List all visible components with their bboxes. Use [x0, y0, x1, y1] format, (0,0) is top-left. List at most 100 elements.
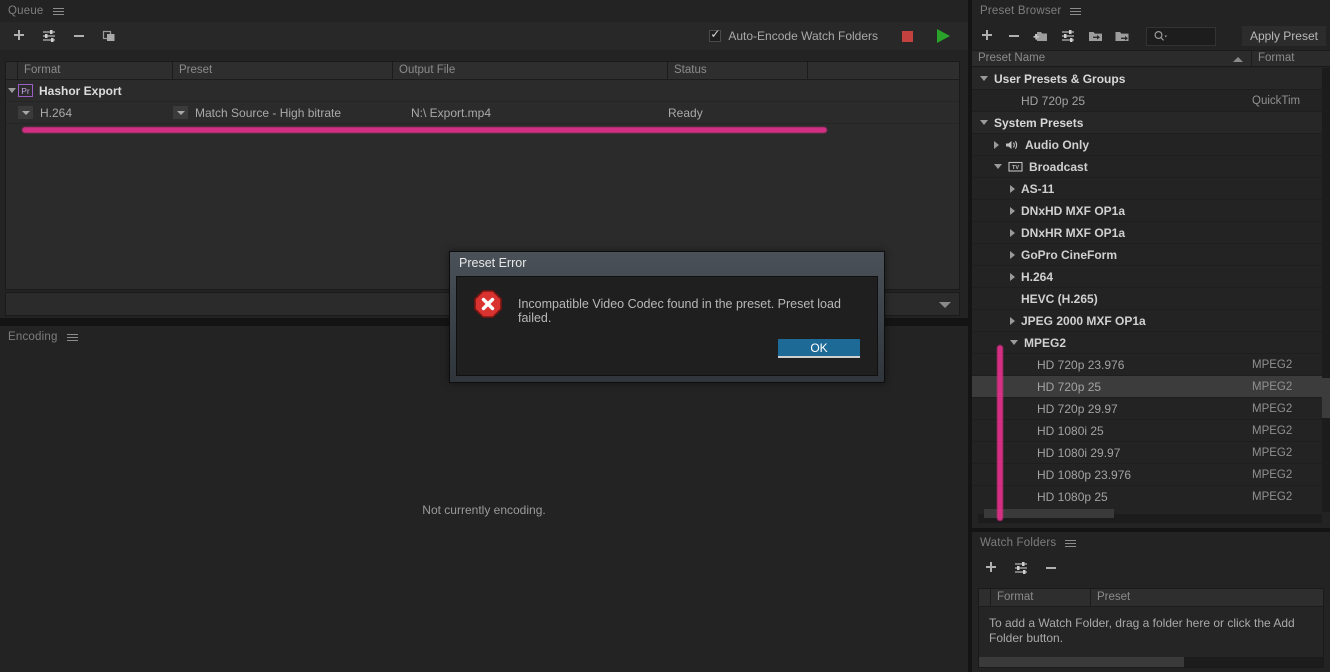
error-octagon-icon: [474, 290, 502, 318]
queue-group-row[interactable]: Pr Hashor Export: [6, 80, 959, 102]
preset-settings-button[interactable]: [1059, 27, 1077, 45]
preset-col-name[interactable]: Preset Name: [972, 51, 1252, 66]
start-queue-button[interactable]: [937, 29, 950, 43]
encoding-menu-icon[interactable]: [66, 332, 78, 343]
twisty-right-icon[interactable]: [1010, 228, 1015, 237]
preset-vertical-scrollbar-track[interactable]: [1322, 68, 1330, 512]
preset-row[interactable]: HD 1080i 29.97 MPEG2: [972, 442, 1330, 464]
preset-row[interactable]: H.264: [972, 266, 1330, 288]
preset-row[interactable]: TV Broadcast: [972, 156, 1330, 178]
watch-folders-hscrollbar-thumb[interactable]: [979, 657, 1184, 667]
twisty-down-icon[interactable]: [980, 120, 988, 125]
preset-vertical-scrollbar-thumb[interactable]: [1322, 378, 1330, 418]
queue-group-label: Hashor Export: [39, 83, 122, 98]
apply-preset-button[interactable]: Apply Preset: [1241, 26, 1326, 46]
queue-panel-header: Queue: [0, 0, 968, 22]
preset-row[interactable]: System Presets: [972, 112, 1330, 134]
preset-row[interactable]: HEVC (H.265): [972, 288, 1330, 310]
stop-queue-button[interactable]: [902, 31, 913, 42]
add-source-button[interactable]: [10, 27, 28, 45]
add-watch-folder-button[interactable]: [982, 559, 1000, 577]
preset-row-label: HEVC (H.265): [1021, 291, 1098, 306]
import-preset-button[interactable]: [1086, 27, 1104, 45]
preset-row[interactable]: AS-11: [972, 178, 1330, 200]
speaker-icon: [1005, 139, 1019, 151]
preset-row-name-cell: Audio Only: [972, 138, 1252, 152]
tv-icon: TV: [1008, 161, 1023, 173]
queue-item-row[interactable]: H.264 Match Source - High bitrate N:\ Ex…: [6, 102, 959, 124]
preset-row[interactable]: HD 1080p 23.976 MPEG2: [972, 464, 1330, 486]
twisty-right-icon[interactable]: [994, 140, 999, 149]
queue-group-twisty[interactable]: [6, 88, 18, 93]
duplicate-button[interactable]: [100, 27, 118, 45]
preset-col-format[interactable]: Format: [1252, 51, 1330, 66]
queue-col-status[interactable]: Status: [668, 62, 808, 79]
queue-col-output-file[interactable]: Output File: [393, 62, 668, 79]
preset-horizontal-scrollbar-thumb[interactable]: [984, 509, 1114, 518]
add-output-button[interactable]: [40, 27, 58, 45]
twisty-down-icon[interactable]: [1010, 340, 1018, 345]
twisty-right-icon[interactable]: [1010, 184, 1015, 193]
watch-folders-col-format[interactable]: Format: [991, 589, 1091, 606]
new-folder-button[interactable]: [1032, 27, 1050, 45]
auto-encode-checkbox[interactable]: [709, 27, 722, 42]
preset-row[interactable]: HD 720p 25 MPEG2: [972, 376, 1330, 398]
preset-row[interactable]: HD 720p 23.976 MPEG2: [972, 354, 1330, 376]
preset-browser-toolbar: Apply Preset: [972, 22, 1330, 50]
preset-search-input[interactable]: [1146, 26, 1216, 46]
twisty-down-icon[interactable]: [994, 164, 1002, 169]
annotation-preset-vertical-bar: [997, 345, 1003, 521]
preset-row[interactable]: DNxHD MXF OP1a: [972, 200, 1330, 222]
queue-item-preset-cell[interactable]: Match Source - High bitrate: [173, 106, 393, 120]
preset-col-name-label: Preset Name: [978, 52, 1046, 64]
export-preset-button[interactable]: [1113, 27, 1131, 45]
preset-row[interactable]: JPEG 2000 MXF OP1a: [972, 310, 1330, 332]
twisty-right-icon[interactable]: [1010, 316, 1015, 325]
queue-item-format-cell[interactable]: H.264: [18, 106, 173, 120]
twisty-right-icon[interactable]: [1010, 250, 1015, 259]
preset-row-name-cell: HEVC (H.265): [972, 292, 1252, 306]
preset-row-label: JPEG 2000 MXF OP1a: [1021, 313, 1146, 328]
queue-item-output-file[interactable]: N:\ Export.mp4: [393, 106, 668, 120]
preset-row[interactable]: MPEG2: [972, 332, 1330, 354]
auto-encode-watch-folders-toggle[interactable]: Auto-Encode Watch Folders: [709, 22, 878, 50]
preset-row[interactable]: User Presets & Groups: [972, 68, 1330, 90]
preset-row[interactable]: HD 1080i 25 MPEG2: [972, 420, 1330, 442]
watch-folder-settings-button[interactable]: [1012, 559, 1030, 577]
preset-browser-menu-icon[interactable]: [1070, 6, 1082, 17]
twisty-right-icon[interactable]: [1010, 206, 1015, 215]
auto-encode-label: Auto-Encode Watch Folders: [728, 29, 878, 43]
preset-row-name-cell: H.264: [972, 270, 1252, 284]
preset-list[interactable]: User Presets & Groups HD 720p 25 QuickTim S…: [972, 68, 1330, 506]
watch-folders-toolbar: [972, 554, 1330, 582]
twisty-right-icon[interactable]: [1010, 272, 1015, 281]
preset-row[interactable]: HD 720p 29.97 MPEG2: [972, 398, 1330, 420]
preset-row[interactable]: GoPro CineForm: [972, 244, 1330, 266]
remove-queue-item-button[interactable]: [70, 27, 88, 45]
preset-row[interactable]: HD 720p 25 QuickTim: [972, 90, 1330, 112]
preset-row[interactable]: DNxHR MXF OP1a: [972, 222, 1330, 244]
preset-horizontal-scrollbar-track[interactable]: [978, 509, 1322, 523]
preset-row[interactable]: HD 1080p 25 MPEG2: [972, 486, 1330, 506]
media-encoder-window: Queue ✓ Auto-Encode Watch Folders Format…: [0, 0, 1330, 672]
remove-watch-folder-button[interactable]: [1042, 559, 1060, 577]
delete-preset-button[interactable]: [1005, 27, 1023, 45]
watch-folders-col-preset[interactable]: Preset: [1091, 589, 1323, 606]
preset-row-format: MPEG2: [1252, 446, 1293, 459]
dialog-ok-button[interactable]: OK: [778, 339, 860, 358]
queue-col-preset[interactable]: Preset: [173, 62, 393, 79]
queue-menu-icon[interactable]: [52, 6, 64, 17]
format-dropdown-icon[interactable]: [18, 106, 33, 119]
preset-dropdown-icon[interactable]: [173, 106, 188, 119]
watch-folders-hscrollbar-track[interactable]: [979, 657, 1323, 667]
watch-folders-menu-icon[interactable]: [1065, 538, 1077, 549]
preset-row-label: Audio Only: [1025, 137, 1089, 152]
sort-ascending-icon[interactable]: [1233, 57, 1243, 62]
new-preset-button[interactable]: [978, 27, 996, 45]
twisty-down-icon[interactable]: [980, 76, 988, 81]
queue-col-format[interactable]: Format: [18, 62, 173, 79]
preset-row-label: HD 720p 25: [1037, 379, 1102, 394]
queue-expand-chevron-icon[interactable]: [939, 302, 951, 308]
preset-row[interactable]: Audio Only: [972, 134, 1330, 156]
watch-folders-title: Watch Folders: [980, 537, 1057, 549]
